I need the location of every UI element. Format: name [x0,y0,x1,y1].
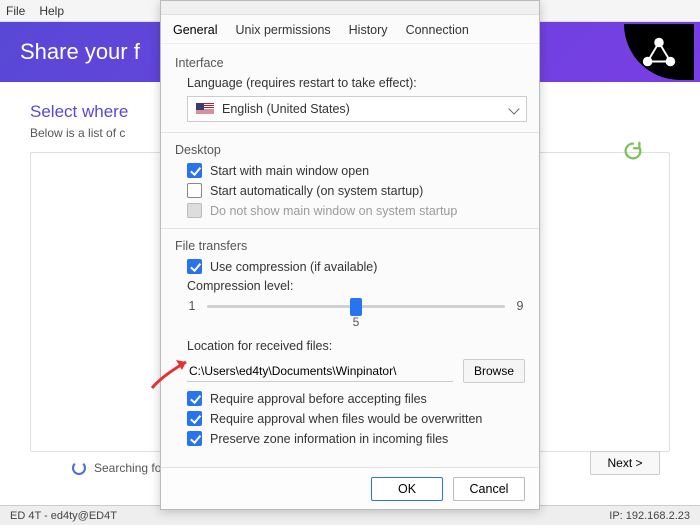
banner-text: Share your f [20,39,140,65]
location-label: Location for received files: [187,339,525,353]
status-left: ED 4T - ed4ty@ED4T [10,510,117,522]
searching-row: Searching fo [72,461,161,475]
checkbox-start-auto[interactable] [187,183,202,198]
label-overwrite: Require approval when files would be ove… [210,412,482,426]
ok-button[interactable]: OK [371,477,443,501]
dialog-body: Interface Language (requires restart to … [161,43,539,461]
refresh-icon[interactable] [622,140,644,162]
menu-help[interactable]: Help [39,4,64,18]
slider-thumb[interactable] [350,298,362,316]
checkbox-start-main[interactable] [187,163,202,178]
checkbox-no-show [187,203,202,218]
checkbox-approve[interactable] [187,391,202,406]
language-label: Language (requires restart to take effec… [187,76,525,90]
browse-button[interactable]: Browse [463,359,525,383]
slider-track[interactable] [207,305,505,308]
tab-unix-permissions[interactable]: Unix permissions [233,21,332,39]
preferences-dialog: General Unix permissions History Connect… [160,0,540,510]
language-value: English (United States) [222,102,350,116]
checkbox-overwrite[interactable] [187,411,202,426]
section-interface: Interface [175,56,525,70]
tab-history[interactable]: History [347,21,390,39]
label-start-main: Start with main window open [210,164,369,178]
slider-max: 9 [515,299,525,313]
cancel-button[interactable]: Cancel [453,477,525,501]
network-icon [640,33,678,71]
label-start-auto: Start automatically (on system startup) [210,184,423,198]
label-zone: Preserve zone information in incoming fi… [210,432,448,446]
language-select[interactable]: English (United States) [187,96,527,122]
chevron-down-icon [508,103,519,114]
dialog-titlebar [161,1,539,15]
label-no-show: Do not show main window on system startu… [210,204,457,218]
tab-general[interactable]: General [171,21,219,39]
tab-connection[interactable]: Connection [404,21,471,39]
tabs: General Unix permissions History Connect… [161,15,539,43]
dialog-footer: OK Cancel [161,467,539,509]
label-approve: Require approval before accepting files [210,392,427,406]
status-right: IP: 192.168.2.23 [609,510,690,522]
checkbox-compress[interactable] [187,259,202,274]
slider-mid: 5 [187,315,525,329]
compression-level-label: Compression level: [187,279,525,293]
next-button[interactable]: Next > [590,451,660,475]
slider-min: 1 [187,299,197,313]
searching-text: Searching fo [94,461,161,475]
checkbox-zone[interactable] [187,431,202,446]
compression-slider[interactable]: 1 9 [187,299,525,313]
section-desktop: Desktop [175,143,525,157]
menu-file[interactable]: File [6,4,25,18]
banner-logo [624,24,694,80]
label-compress: Use compression (if available) [210,260,377,274]
us-flag-icon [196,103,214,115]
location-input[interactable] [187,360,453,382]
section-transfers: File transfers [175,239,525,253]
spinner-icon [72,461,86,475]
